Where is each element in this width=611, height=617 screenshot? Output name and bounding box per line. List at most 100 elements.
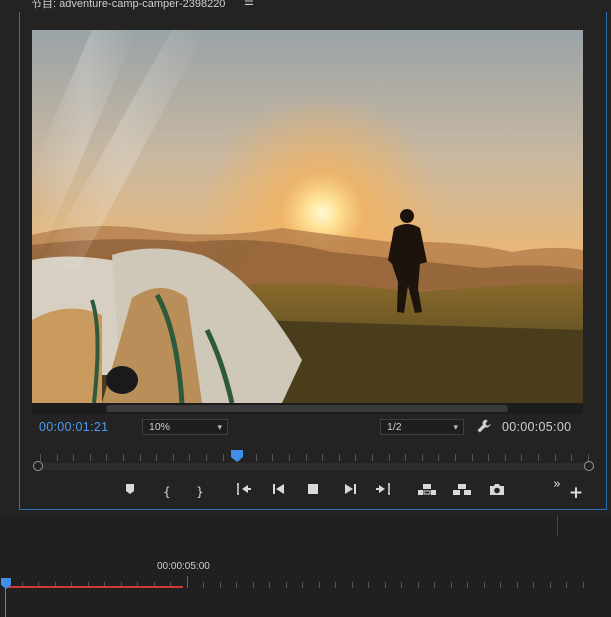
timeline-ruler-tick xyxy=(533,582,534,588)
resolution-value: 1/2 xyxy=(387,421,402,433)
ruler-tick xyxy=(56,454,58,461)
step-forward-button[interactable] xyxy=(341,483,359,501)
timeline-panel xyxy=(0,514,611,617)
playhead-marker[interactable] xyxy=(231,447,243,462)
mark-out-button[interactable]: } xyxy=(191,483,209,501)
ruler-tick xyxy=(189,454,191,461)
ruler-tick xyxy=(305,454,307,461)
timeline-playhead-marker[interactable] xyxy=(1,574,11,589)
timeline-ruler-tick xyxy=(285,582,287,588)
timeline-ruler-tick xyxy=(516,582,518,588)
ruler-tick xyxy=(289,454,290,461)
go-to-in-icon xyxy=(237,483,251,495)
timeline-ruler-tick xyxy=(566,582,567,588)
ruler-tick xyxy=(388,454,390,461)
timeline-ruler-tick xyxy=(302,582,303,588)
extract-button[interactable] xyxy=(452,483,472,501)
time-ruler[interactable] xyxy=(32,448,592,464)
current-timecode[interactable]: 00:00:01:21 xyxy=(39,420,108,434)
hamburger-menu-icon[interactable]: ☰ xyxy=(244,0,254,8)
lift-icon xyxy=(418,484,436,495)
more-controls-icon[interactable]: » xyxy=(548,476,566,494)
zoom-scroll-bar[interactable] xyxy=(38,463,589,470)
ruler-tick xyxy=(372,454,373,461)
timeline-ruler-tick xyxy=(582,582,584,588)
timeline-ruler[interactable] xyxy=(0,574,611,594)
ruler-tick xyxy=(405,454,407,461)
chevron-down-icon: ▾ xyxy=(453,422,458,432)
timeline-playhead-line xyxy=(5,585,6,617)
timeline-ruler-tick xyxy=(236,582,237,588)
ruler-tick xyxy=(322,454,324,461)
stop-icon xyxy=(308,484,318,494)
work-area-bar[interactable] xyxy=(5,586,183,588)
timeline-ruler-tick xyxy=(269,582,270,588)
ruler-tick xyxy=(40,454,41,461)
timeline-ruler-tick xyxy=(483,582,485,588)
timeline-ruler-tick xyxy=(450,582,452,588)
ruler-tick xyxy=(421,454,423,461)
ruler-tick xyxy=(538,454,539,461)
ruler-tick xyxy=(156,454,158,461)
wrench-icon[interactable] xyxy=(476,418,492,434)
zoom-level-value: 10% xyxy=(149,421,171,433)
camera-icon xyxy=(490,484,504,495)
ruler-tick xyxy=(206,454,207,461)
preview-scrollbar[interactable] xyxy=(32,403,583,414)
stop-button[interactable] xyxy=(304,483,322,501)
ruler-tick xyxy=(355,454,357,461)
playback-resolution-select[interactable]: 1/2 ▾ xyxy=(380,419,464,435)
scrollbar-thumb[interactable] xyxy=(106,405,508,412)
timeline-ruler-tick xyxy=(384,582,386,588)
duration-timecode: 00:00:05:00 xyxy=(502,420,572,434)
ruler-tick xyxy=(521,454,523,461)
timeline-ruler-tick xyxy=(335,582,336,588)
timeline-ruler-tick xyxy=(549,582,551,588)
panel-title-bar[interactable]: 节目: adventure-camp-camper-2398220 ☰ xyxy=(0,0,611,12)
timeline-ruler-tick xyxy=(351,582,353,588)
ruler-tick xyxy=(222,454,224,461)
panel-title[interactable]: 节目: adventure-camp-camper-2398220 xyxy=(31,0,225,11)
step-back-icon xyxy=(273,484,284,494)
button-editor-add-icon[interactable]: + xyxy=(567,484,585,502)
ruler-tick xyxy=(123,454,124,461)
ruler-tick xyxy=(488,454,490,461)
timeline-ruler-tick xyxy=(186,576,188,588)
timeline-ruler-tick xyxy=(219,582,221,588)
ruler-tick xyxy=(255,454,257,461)
ruler-tick xyxy=(504,454,506,461)
zoom-level-select[interactable]: 10% ▾ xyxy=(142,419,228,435)
ruler-tick xyxy=(89,454,91,461)
timeline-ruler-tick xyxy=(467,582,468,588)
timeline-ruler-tick xyxy=(318,582,320,588)
zoom-handle-left[interactable] xyxy=(33,461,43,471)
sunset-camping-image xyxy=(32,30,583,403)
ruler-tick xyxy=(73,454,75,461)
panel-divider xyxy=(557,515,558,537)
timeline-ruler-tick xyxy=(252,582,254,588)
go-to-out-button[interactable] xyxy=(374,483,392,501)
ruler-tick xyxy=(172,454,174,461)
ruler-tick xyxy=(338,454,340,461)
ruler-tick xyxy=(106,454,108,461)
mark-in-button[interactable]: { xyxy=(158,483,176,501)
ruler-tick xyxy=(471,454,473,461)
zoom-handle-right[interactable] xyxy=(584,461,594,471)
video-preview[interactable] xyxy=(32,30,583,403)
go-to-out-icon xyxy=(376,483,390,495)
ruler-tick xyxy=(139,454,141,461)
add-marker-icon xyxy=(126,484,134,494)
add-marker-button[interactable] xyxy=(121,483,139,501)
lift-button[interactable] xyxy=(417,483,437,501)
step-back-button[interactable] xyxy=(270,483,288,501)
ruler-tick xyxy=(554,454,556,461)
timeline-ruler-tick xyxy=(417,582,419,588)
ruler-tick xyxy=(587,454,589,461)
export-frame-button[interactable] xyxy=(488,483,506,501)
go-to-in-button[interactable] xyxy=(235,483,253,501)
ruler-tick xyxy=(272,454,274,461)
timeline-ruler-tick xyxy=(401,582,402,588)
chevron-down-icon: ▾ xyxy=(217,422,222,432)
timeline-ruler-label: 00:00:05:00 xyxy=(157,561,210,572)
ruler-tick xyxy=(571,454,573,461)
